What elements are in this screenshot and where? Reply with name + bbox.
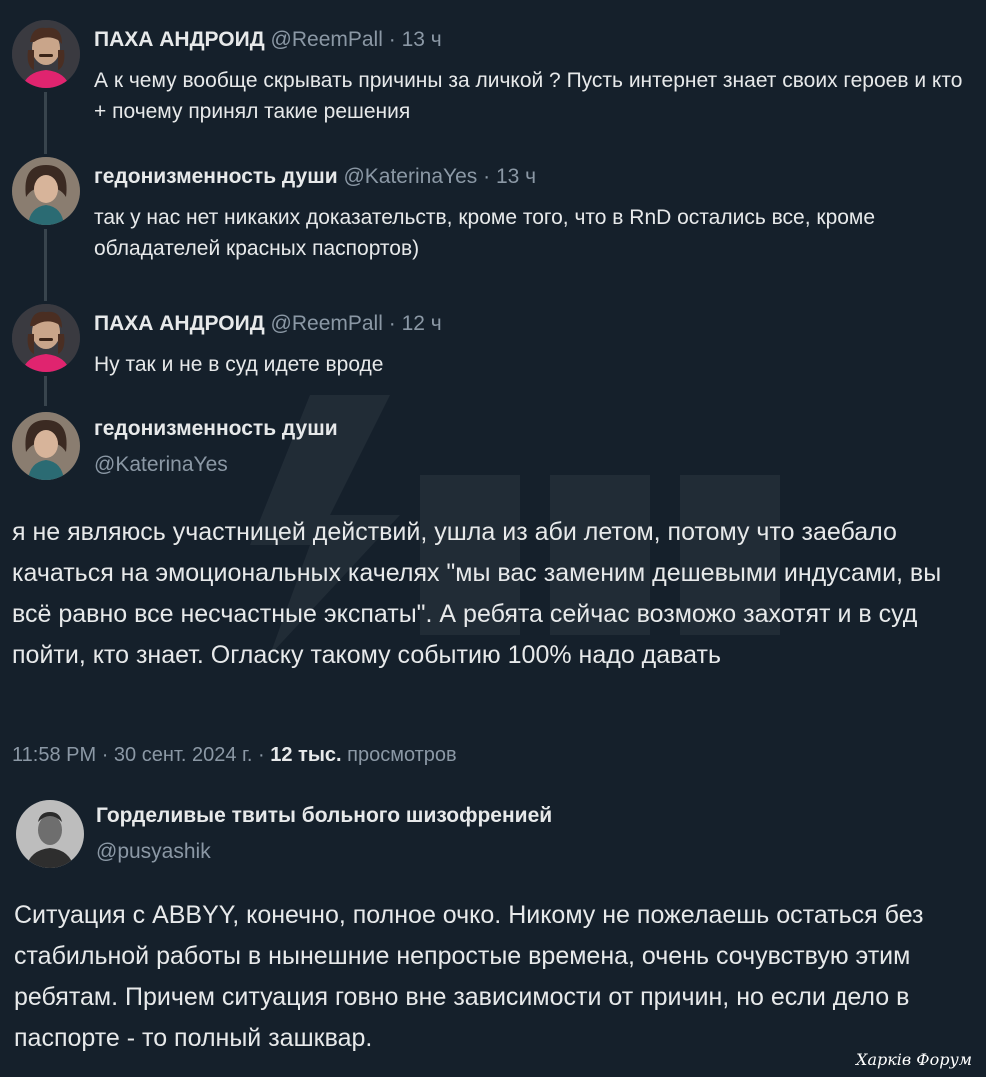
avatar[interactable] (16, 800, 84, 868)
timestamp[interactable]: 13 ч (496, 165, 536, 188)
display-name[interactable]: гедонизменность души (94, 417, 338, 441)
avatar[interactable] (12, 20, 80, 88)
display-name[interactable]: ПАХА АНДРОИД (94, 28, 265, 51)
tweet-meta: 11:58 PM · 30 сент. 2024 г. · 12 тыс. пр… (12, 744, 457, 767)
tweet-date[interactable]: 30 сент. 2024 г. (114, 744, 253, 766)
reply-header: ПАХА АНДРОИД @ReemPall · 12 ч (94, 312, 442, 336)
separator-dot: · (388, 312, 396, 335)
user-handle[interactable]: @KaterinaYes (94, 453, 228, 477)
reply-header: гедонизменность души @KaterinaYes · 13 ч (94, 165, 536, 189)
reply-text: А к чему вообще скрывать причины за личк… (94, 69, 963, 123)
separator-dot: · (101, 744, 109, 766)
thread-connector (44, 229, 47, 301)
tweet-text: Ситуация с ABBYY, конечно, полное очко. … (14, 901, 924, 1052)
thread-connector (44, 376, 47, 406)
tweet-screenshot: ПАХА АНДРОИД @ReemPall · 13 ч А к чему в… (0, 0, 986, 1077)
reply-header: ПАХА АНДРОИД @ReemPall · 13 ч (94, 28, 442, 52)
user-handle[interactable]: @ReemPall (271, 28, 383, 51)
tweet-time[interactable]: 11:58 PM (12, 744, 96, 766)
avatar[interactable] (12, 412, 80, 480)
reply-text: Ну так и не в суд идете вроде (94, 353, 384, 376)
avatar[interactable] (12, 157, 80, 225)
views-label: просмотров (347, 744, 457, 766)
avatar[interactable] (12, 304, 80, 372)
timestamp[interactable]: 13 ч (402, 28, 442, 51)
tweet-text: я не являюсь участницей действий, ушла и… (12, 518, 942, 669)
separator-dot: · (257, 744, 265, 766)
user-handle[interactable]: @ReemPall (271, 312, 383, 335)
timestamp[interactable]: 12 ч (402, 312, 442, 335)
display-name[interactable]: ПАХА АНДРОИД (94, 312, 265, 335)
corner-watermark: Харків Форум (856, 1050, 972, 1069)
separator-dot: · (388, 28, 396, 51)
user-handle[interactable]: @pusyashik (96, 840, 211, 864)
display-name[interactable]: гедонизменность души (94, 165, 338, 188)
user-handle[interactable]: @KaterinaYes (343, 165, 477, 188)
display-name[interactable]: Горделивые твиты больного шизофренией (96, 804, 552, 828)
views-count[interactable]: 12 тыс. (270, 744, 341, 766)
thread-connector (44, 92, 47, 154)
separator-dot: · (483, 165, 491, 188)
reply-text: так у нас нет никаких доказательств, кро… (94, 206, 876, 260)
